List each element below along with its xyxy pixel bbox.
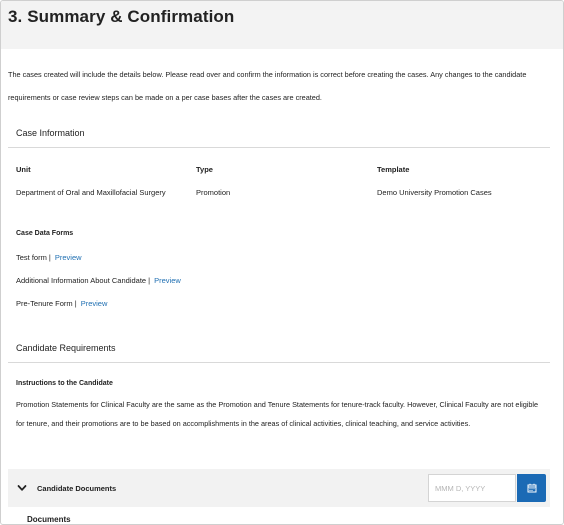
- case-information-heading: Case Information: [16, 128, 85, 138]
- preview-link[interactable]: Preview: [81, 299, 108, 308]
- chevron-down-icon[interactable]: [17, 483, 27, 493]
- instructions-text: Promotion Statements for Clinical Facult…: [16, 400, 539, 428]
- form-row: Pre-Tenure Form | Preview: [16, 299, 107, 308]
- preview-link[interactable]: Preview: [154, 276, 181, 285]
- instructions-heading: Instructions to the Candidate: [16, 380, 113, 387]
- template-label: Template: [377, 165, 410, 174]
- unit-value: Department of Oral and Maxillofacial Sur…: [16, 188, 166, 197]
- form-row: Test form | Preview: [16, 253, 82, 262]
- candidate-documents-label[interactable]: Candidate Documents: [37, 484, 116, 493]
- form-row: Additional Information About Candidate |…: [16, 276, 181, 285]
- documents-subheading: Documents: [27, 515, 71, 524]
- template-value: Demo University Promotion Cases: [377, 188, 492, 197]
- candidate-requirements-heading: Candidate Requirements: [16, 343, 116, 353]
- preview-link[interactable]: Preview: [55, 253, 82, 262]
- form-name: Test form |: [16, 253, 51, 262]
- type-value: Promotion: [196, 188, 231, 197]
- calendar-icon: [527, 483, 537, 493]
- calendar-button[interactable]: [517, 474, 546, 502]
- page-header: 3. Summary & Confirmation: [1, 1, 563, 49]
- case-data-forms-heading: Case Data Forms: [16, 230, 74, 237]
- form-name: Pre-Tenure Form |: [16, 299, 77, 308]
- unit-label: Unit: [16, 165, 31, 174]
- form-name: Additional Information About Candidate |: [16, 276, 151, 285]
- summary-confirmation-panel: 3. Summary & Confirmation The cases crea…: [0, 0, 564, 525]
- page-title: 3. Summary & Confirmation: [8, 7, 235, 26]
- divider: [8, 362, 550, 363]
- date-input[interactable]: [428, 474, 516, 502]
- intro-text: The cases created will include the detai…: [8, 70, 527, 102]
- type-label: Type: [196, 165, 213, 174]
- divider: [8, 147, 550, 148]
- candidate-documents-accordion[interactable]: Candidate Documents: [8, 469, 550, 507]
